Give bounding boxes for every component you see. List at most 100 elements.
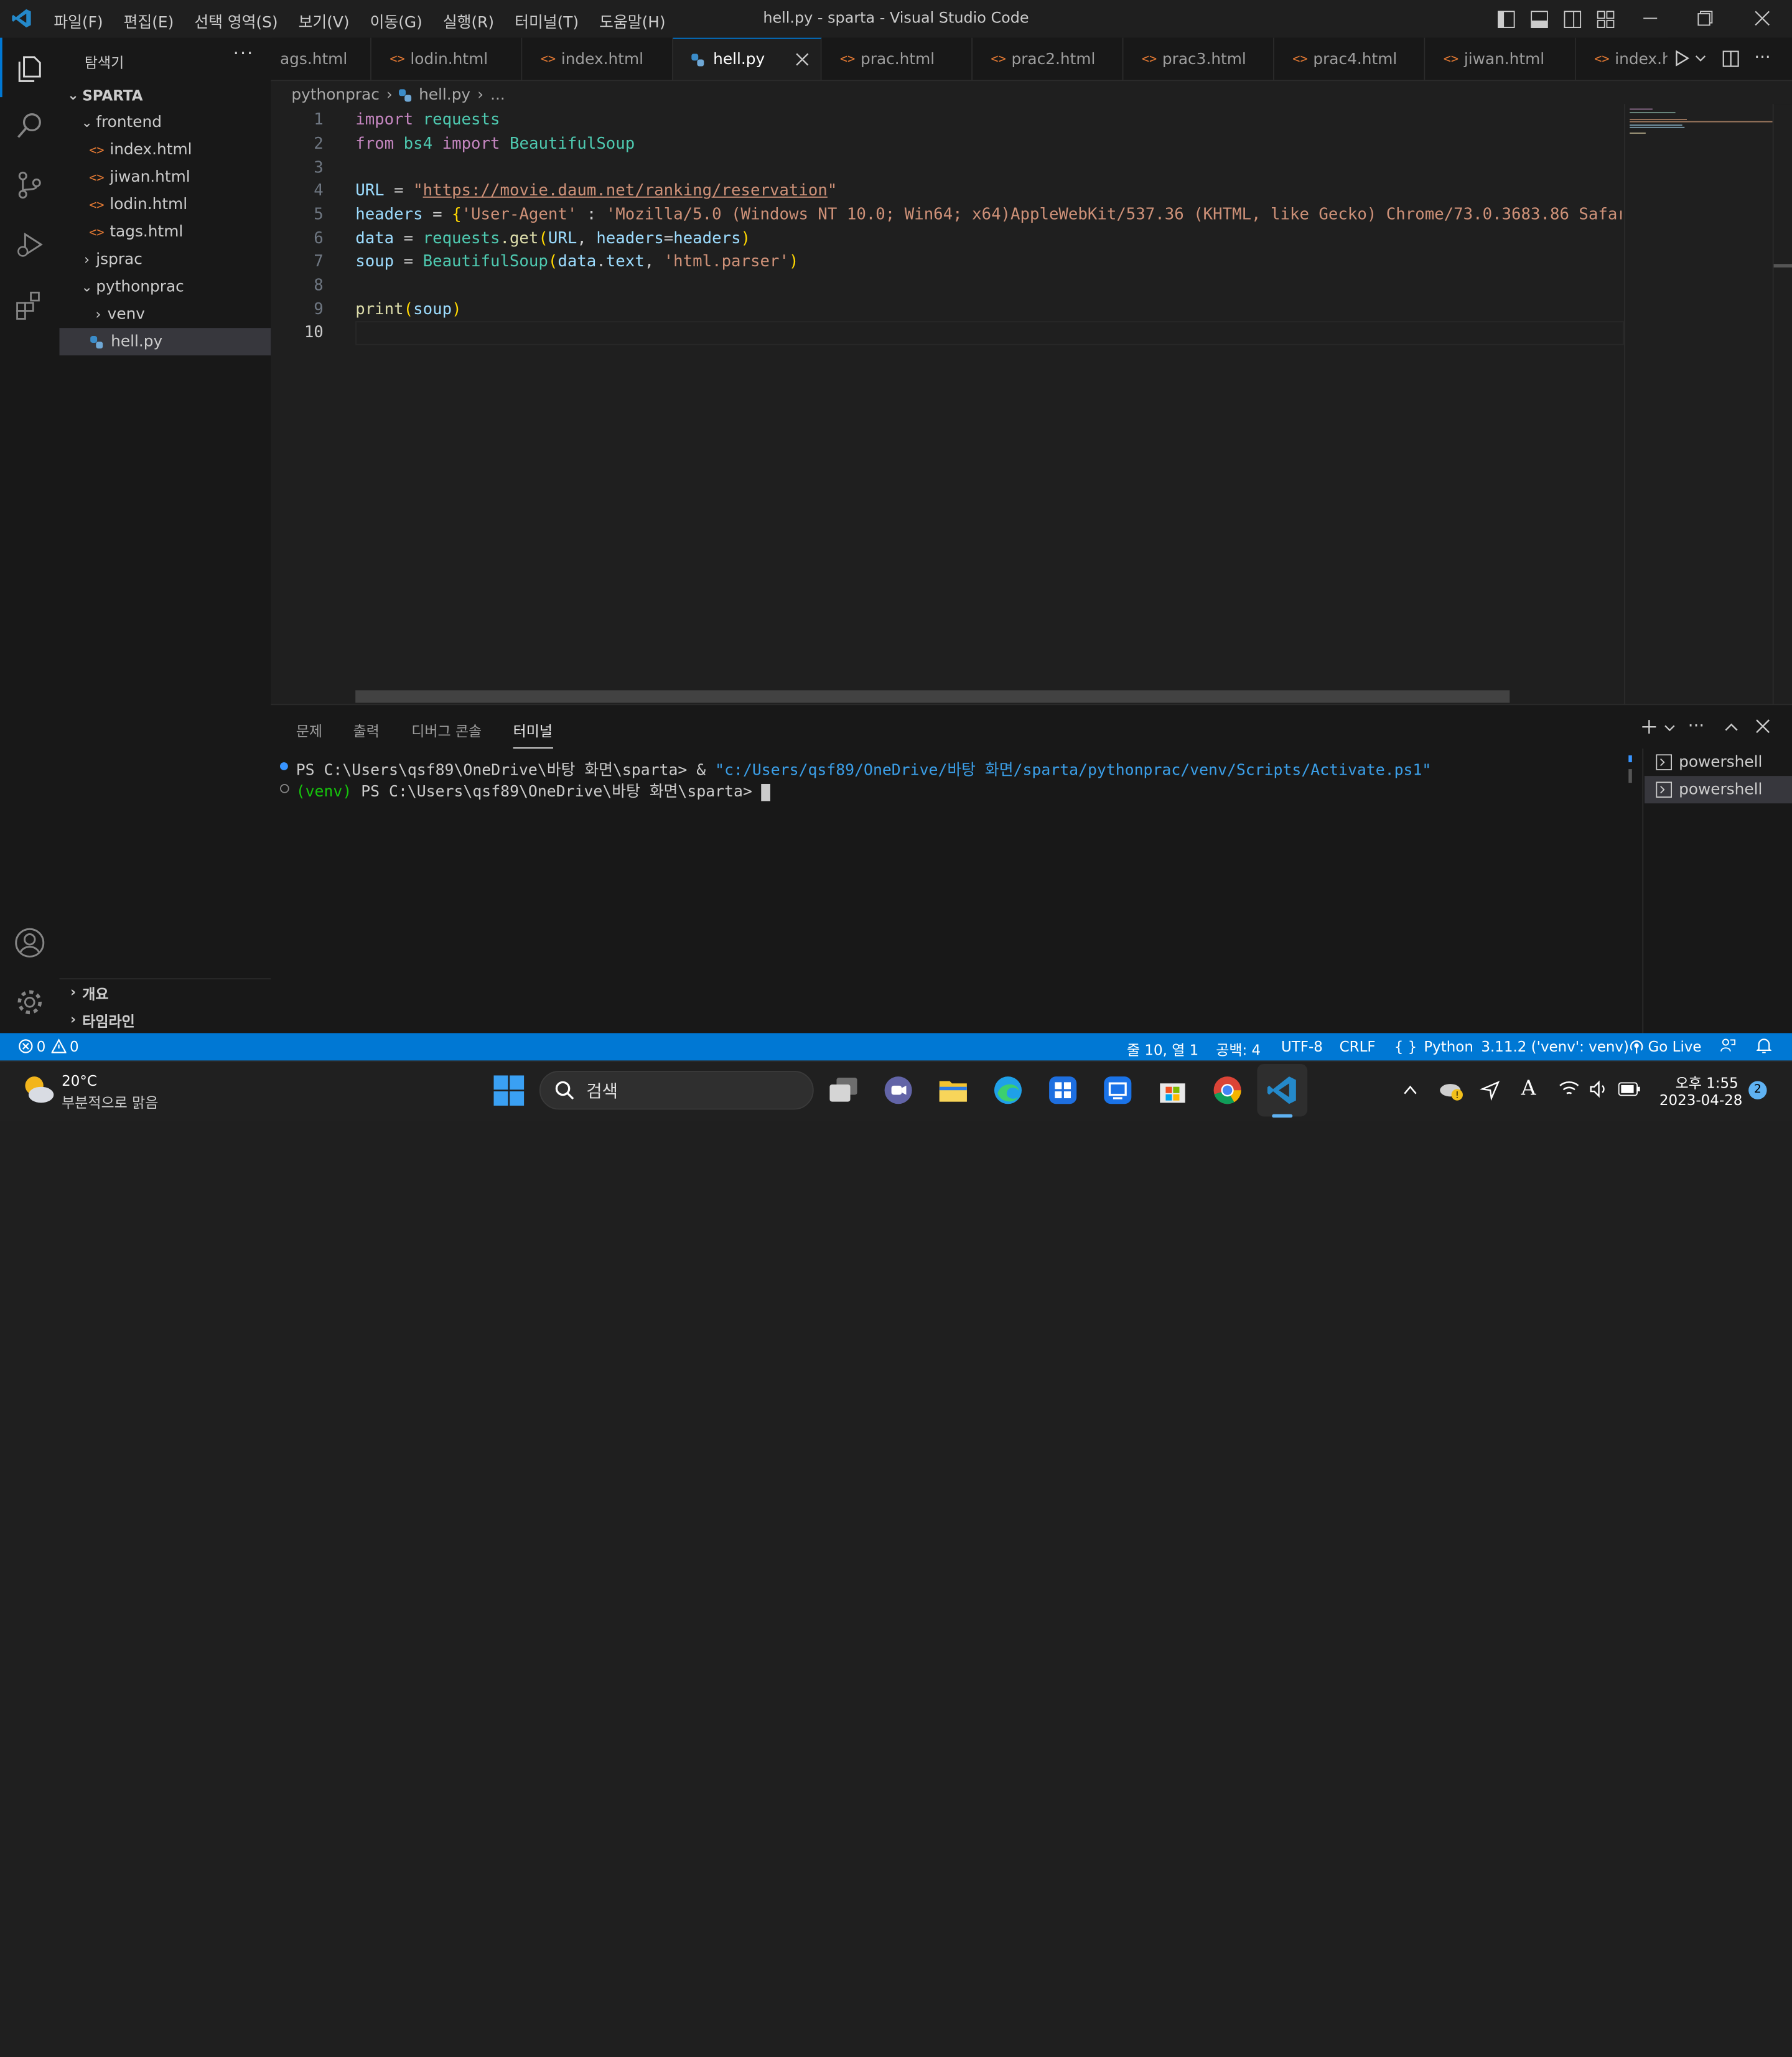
teams-chat-icon[interactable] [882,1074,914,1106]
weather-partly-sunny-icon[interactable] [21,1073,55,1105]
tab-index-html[interactable]: <> index.html [522,37,673,80]
tab-prac-html[interactable]: <> prac.html [821,37,973,80]
explorer-more-icon[interactable]: ··· [233,42,254,64]
menu-help[interactable]: 도움말(H) [599,9,665,32]
split-editor-icon[interactable] [1722,50,1740,68]
problems-indicator[interactable]: 0 0 [18,1038,79,1055]
extensions-icon[interactable] [14,289,45,321]
panel-more-icon[interactable]: ··· [1688,716,1704,736]
tab-problems[interactable]: 문제 [296,719,322,740]
close-window-icon[interactable] [1754,11,1770,27]
wifi-icon[interactable] [1559,1080,1579,1098]
app-launcher-icon[interactable] [1047,1074,1078,1106]
close-panel-icon[interactable] [1755,719,1770,734]
menu-selection[interactable]: 선택 영역(S) [194,9,278,32]
breadcrumb-more[interactable]: ... [490,86,505,104]
menu-go[interactable]: 이동(G) [370,9,422,32]
file-explorer-icon[interactable] [937,1074,969,1106]
horizontal-scrollbar-thumb[interactable] [355,690,1510,703]
chevron-down-icon[interactable] [1664,722,1675,734]
tab-terminal[interactable]: 터미널 [513,719,553,749]
customize-layout-icon[interactable] [1597,11,1615,29]
weather-description[interactable]: 부분적으로 맑음 [62,1090,158,1112]
input-method-icon[interactable]: A [1521,1076,1536,1101]
tab-jiwan-html[interactable]: <> jiwan.html [1425,37,1576,80]
tab-debug-console[interactable]: 디버그 콘솔 [411,719,482,740]
menu-terminal[interactable]: 터미널(T) [515,9,579,32]
toggle-sidebar-icon[interactable] [1497,11,1515,29]
cursor-position[interactable]: 줄 10, 열 1 [1127,1038,1198,1060]
new-terminal-plus-icon[interactable] [1641,719,1658,735]
line-ending[interactable]: CRLF [1340,1038,1376,1055]
language-mode[interactable]: { } Python [1394,1038,1473,1055]
notification-count-badge[interactable]: 2 [1748,1081,1767,1099]
chevron-down-icon[interactable] [1695,52,1706,63]
show-hidden-icons-chevron-up-icon[interactable] [1402,1082,1419,1098]
toggle-panel-icon[interactable] [1530,11,1548,29]
file-jiwan-html[interactable]: <> jiwan.html [60,164,271,191]
maximize-panel-chevron-up-icon[interactable] [1724,719,1740,735]
tab-tags-html[interactable]: ags.html [271,37,371,80]
breadcrumb-folder[interactable]: pythonprac [291,86,380,104]
file-lodin-html[interactable]: <> lodin.html [60,191,271,218]
run-debug-icon[interactable] [14,228,45,260]
location-arrow-icon[interactable] [1480,1080,1501,1101]
remote-desktop-icon[interactable] [1102,1074,1134,1106]
manage-gear-icon[interactable] [14,986,45,1018]
microsoft-store-icon[interactable] [1157,1074,1188,1106]
vertical-scrollbar[interactable] [1772,104,1792,704]
file-hell-py[interactable]: hell.py [59,328,271,356]
minimize-icon[interactable] [1642,11,1658,27]
workspace-root[interactable]: ⌄ SPARTA [60,81,271,108]
onedrive-cloud-icon[interactable]: ! [1439,1079,1463,1102]
restore-icon[interactable] [1697,11,1713,27]
folder-pythonprac[interactable]: ⌄ pythonprac [60,273,271,301]
folder-jsprac[interactable]: › jsprac [60,246,271,273]
battery-icon[interactable] [1618,1082,1641,1096]
url-link[interactable]: https://movie.daum.net/ranking/reservati… [423,182,828,200]
terminal-list-item-2[interactable]: powershell [1645,776,1792,804]
menu-view[interactable]: 보기(V) [299,9,350,32]
breadcrumb-file[interactable]: hell.py [419,86,470,104]
terminal-list-item-1[interactable]: powershell [1656,753,1762,772]
toggle-secondary-sidebar-icon[interactable] [1564,11,1582,29]
tab-hell-py[interactable]: hell.py [673,37,822,80]
tab-prac2-html[interactable]: <> prac2.html [973,37,1124,80]
outline-section[interactable]: › 개요 [60,978,271,1005]
feedback-icon[interactable] [1720,1038,1736,1054]
python-interpreter[interactable]: 3.11.2 ('venv': venv) [1481,1038,1629,1055]
terminal-line-2[interactable]: (venv) PS C:\Users\qsf89\OneDrive\바탕 화면\… [296,778,771,801]
go-live-button[interactable]: Go Live [1630,1038,1702,1055]
clock-date[interactable]: 2023-04-28 [1659,1091,1742,1109]
chrome-browser-icon[interactable] [1211,1074,1243,1106]
menu-file[interactable]: 파일(F) [54,9,103,32]
notifications-bell-icon[interactable] [1757,1038,1771,1054]
indentation[interactable]: 공백: 4 [1216,1038,1261,1060]
menu-edit[interactable]: 편집(E) [124,9,174,32]
menu-run[interactable]: 실행(R) [443,9,494,32]
run-python-icon[interactable] [1674,50,1691,67]
taskbar-search-box[interactable]: 검색 [539,1070,814,1110]
windows-start-icon[interactable] [493,1075,525,1106]
search-icon[interactable] [14,110,45,141]
close-tab-icon[interactable] [795,52,809,66]
encoding[interactable]: UTF-8 [1281,1038,1323,1055]
folder-frontend[interactable]: ⌄ frontend [60,108,271,136]
vscode-logo-icon[interactable] [11,8,32,29]
account-icon[interactable] [14,927,45,959]
minimap[interactable] [1623,104,1774,704]
clock-time[interactable]: 오후 1:55 [1676,1071,1738,1093]
weather-temperature[interactable]: 20°C [62,1072,97,1089]
file-index-html[interactable]: <> index.html [60,136,271,164]
code-editor[interactable]: pythonprac › hell.py › ... 1 2 3 4 5 6 7… [271,81,1792,704]
timeline-section[interactable]: › 타임라인 [60,1005,271,1033]
vscode-taskbar-icon[interactable] [1266,1074,1298,1106]
explorer-icon[interactable] [14,52,45,83]
tab-output[interactable]: 출력 [353,719,380,740]
terminal-scrollbar[interactable] [1628,755,1633,785]
tab-prac3-html[interactable]: <> prac3.html [1123,37,1274,80]
folder-venv[interactable]: › venv [60,301,271,328]
file-tags-html[interactable]: <> tags.html [60,218,271,246]
task-view-icon[interactable] [828,1074,859,1106]
edge-browser-icon[interactable] [992,1074,1024,1106]
